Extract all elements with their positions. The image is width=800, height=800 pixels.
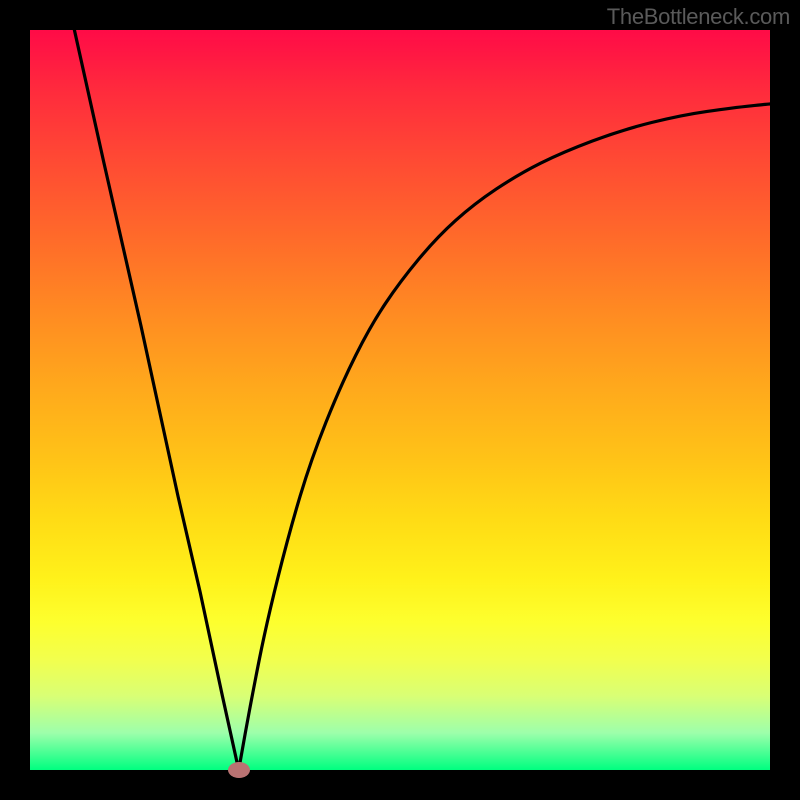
plot-area	[30, 30, 770, 770]
bottleneck-curve	[30, 30, 770, 770]
attribution-text: TheBottleneck.com	[607, 4, 790, 30]
chart-frame: TheBottleneck.com	[0, 0, 800, 800]
minimum-marker	[228, 762, 250, 778]
curve-path	[74, 30, 770, 770]
